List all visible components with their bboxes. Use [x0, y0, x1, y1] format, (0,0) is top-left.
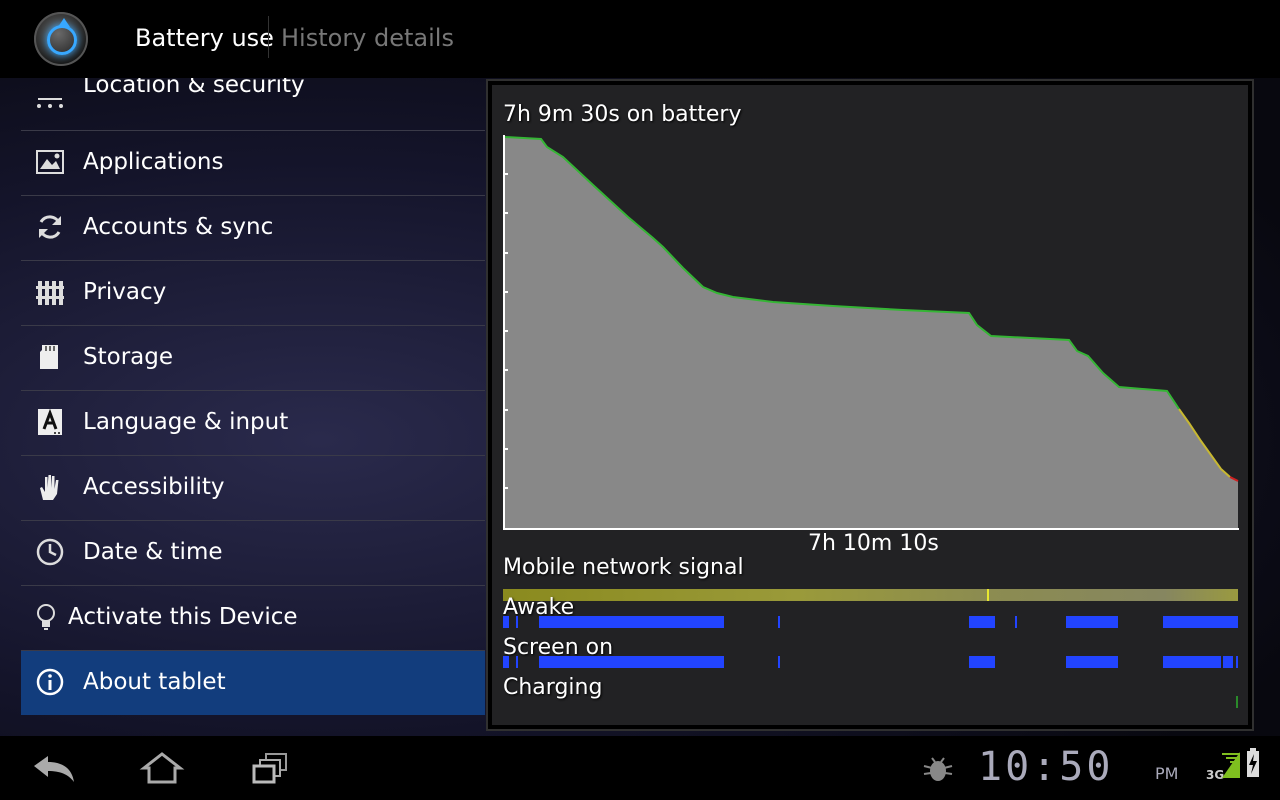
signal-strength-bar: [503, 589, 1238, 601]
settings-item-label: Accounts & sync: [83, 214, 274, 240]
awake-segment: [1163, 616, 1238, 628]
settings-item-label: Location & security: [83, 78, 305, 98]
screen-on-segment: [1066, 656, 1118, 668]
bulb-icon: [37, 604, 55, 630]
storage-icon: [40, 345, 58, 369]
home-icon[interactable]: [138, 752, 186, 784]
screen-on-segment: [516, 656, 518, 668]
awake-segment: [778, 616, 780, 628]
screen-on-segment: [778, 656, 780, 668]
system-bar: 10:50 PM 3G: [0, 736, 1280, 800]
awake-segment: [516, 616, 518, 628]
settings-list: Location & security Applications Account…: [21, 78, 485, 718]
app-icon-ring: [47, 25, 77, 55]
settings-item-language-input[interactable]: Language & input: [21, 391, 485, 456]
charging-lane: [1236, 696, 1238, 708]
battery-total-duration: 7h 10m 10s: [808, 531, 939, 556]
awake-segment: [539, 616, 724, 628]
lane-label-mobile-signal: Mobile network signal: [503, 555, 744, 580]
signal-marker: [987, 589, 989, 601]
settings-item-label: Privacy: [83, 279, 167, 305]
settings-app-icon[interactable]: [34, 12, 88, 66]
clock-icon: [36, 538, 64, 566]
location-icon: [37, 98, 63, 108]
signal-strength-icon[interactable]: [1220, 750, 1242, 780]
language-icon: [38, 408, 62, 435]
settings-item-label: Storage: [83, 344, 173, 370]
battery-level-chart: [503, 135, 1239, 530]
settings-item-storage[interactable]: Storage: [21, 326, 485, 391]
battery-charging-icon[interactable]: [1246, 748, 1260, 778]
screen-on-segment: [1223, 656, 1233, 668]
settings-item-accounts-sync[interactable]: Accounts & sync: [21, 196, 485, 261]
settings-item-label: Applications: [83, 149, 224, 175]
settings-item-label: About tablet: [83, 669, 226, 695]
screen-on-segment: [1163, 656, 1221, 668]
battery-duration-title: 7h 9m 30s on battery: [503, 102, 742, 127]
settings-item-accessibility[interactable]: Accessibility: [21, 456, 485, 521]
charging-segment: [1236, 696, 1238, 708]
action-bar: Battery use History details: [0, 0, 1280, 78]
status-ampm: PM: [1155, 764, 1179, 783]
tab-battery-use[interactable]: Battery use: [135, 24, 274, 52]
settings-item-label: Activate this Device: [68, 604, 298, 630]
screen-on-segment: [969, 656, 995, 668]
mobile-signal-lane: [503, 589, 1238, 601]
settings-item-label: Date & time: [83, 539, 223, 565]
tab-divider: [268, 16, 269, 58]
applications-icon: [36, 150, 64, 174]
settings-item-privacy[interactable]: Privacy: [21, 261, 485, 326]
settings-item-location[interactable]: Location & security: [21, 78, 485, 131]
screen-on-segment: [1236, 656, 1238, 668]
info-icon: [36, 668, 64, 696]
back-icon[interactable]: [30, 752, 78, 784]
awake-segment: [1015, 616, 1017, 628]
screen-on-segment: [539, 656, 724, 668]
battery-level-area: [505, 137, 1238, 529]
tab-history-details[interactable]: History details: [281, 24, 454, 52]
debug-icon[interactable]: [920, 754, 956, 784]
settings-item-applications[interactable]: Applications: [21, 131, 485, 196]
recent-apps-icon[interactable]: [246, 752, 294, 784]
privacy-icon: [36, 281, 64, 305]
awake-lane: [503, 616, 1238, 628]
screen-on-segment: [503, 656, 509, 668]
status-clock[interactable]: 10:50: [978, 744, 1113, 790]
hand-icon: [40, 475, 59, 500]
settings-item-about-tablet[interactable]: About tablet: [21, 651, 485, 715]
settings-item-date-time[interactable]: Date & time: [21, 521, 485, 586]
sync-icon: [39, 215, 61, 239]
awake-segment: [969, 616, 995, 628]
awake-segment: [503, 616, 509, 628]
settings-item-activate-device[interactable]: Activate this Device: [21, 586, 485, 651]
screen-on-lane: [503, 656, 1238, 668]
awake-segment: [1066, 616, 1118, 628]
settings-item-label: Accessibility: [83, 474, 225, 500]
settings-item-label: Language & input: [83, 409, 289, 435]
